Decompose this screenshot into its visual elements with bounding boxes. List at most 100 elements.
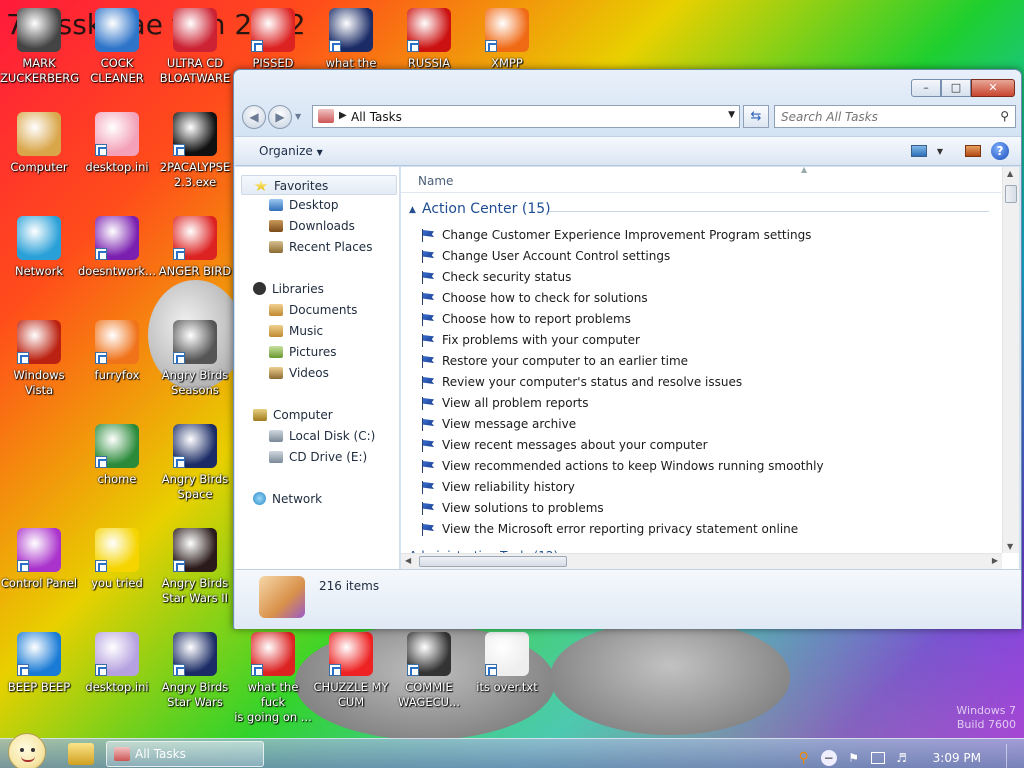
pinned-explorer-icon[interactable] — [68, 743, 94, 765]
shortcut-arrow-icon — [173, 560, 185, 572]
list-item[interactable]: Check security status — [421, 267, 571, 288]
horizontal-scroll-thumb[interactable] — [419, 556, 567, 567]
back-button[interactable]: ◀ — [242, 105, 266, 129]
desktop-icon-russia[interactable]: RUSSIA — [390, 8, 468, 71]
nav-computer[interactable]: Computer — [241, 405, 333, 425]
close-button[interactable]: ✕ — [971, 79, 1015, 97]
nav-network[interactable]: Network — [241, 489, 322, 509]
list-item[interactable]: Fix problems with your computer — [421, 330, 640, 351]
vertical-scroll-thumb[interactable] — [1005, 185, 1017, 203]
desktop-icon-xmpp[interactable]: XMPP — [468, 8, 546, 71]
maximize-button[interactable]: □ — [941, 79, 971, 97]
desktop-icon-beep-beep[interactable]: BEEP BEEP — [0, 632, 78, 695]
scroll-right-icon[interactable]: ▶ — [992, 556, 998, 565]
desktop-icon-angry-birds-space[interactable]: Angry Birds Space — [156, 424, 234, 502]
desktop-icon-angry-birds-sw[interactable]: Angry Birds Star Wars — [156, 632, 234, 710]
help-icon[interactable]: ? — [991, 142, 1009, 160]
group-header-action-center[interactable]: ▲ Action Center (15) — [409, 201, 991, 221]
desktop-icon-doesntwork[interactable]: doesntwork... — [78, 216, 156, 279]
file-list[interactable]: Name ▲ ▲ Action Center (15) Change Custo… — [401, 165, 1019, 569]
list-item[interactable]: View reliability history — [421, 477, 575, 498]
explorer-window[interactable]: – □ ✕ ◀ ▶ ▼ ▶ All Tasks ▼ ⇆ ⚲ Organize ▼… — [233, 69, 1022, 629]
minimize-button[interactable]: – — [911, 79, 941, 97]
desktop-icon-2pacalypse[interactable]: 2PACALYPSE 2.3.exe — [156, 112, 234, 190]
address-bar[interactable]: ▶ All Tasks ▼ — [312, 105, 740, 128]
desktop-icon-its-over[interactable]: its over.txt — [468, 632, 546, 695]
recent-pages-dropdown-icon[interactable]: ▼ — [295, 112, 301, 121]
volume-icon[interactable]: ♬ — [894, 750, 910, 766]
list-item[interactable]: Choose how to check for solutions — [421, 288, 648, 309]
nav-favorites[interactable]: Favorites — [241, 175, 397, 195]
preview-pane-icon[interactable] — [965, 145, 981, 157]
nav-local-disk[interactable]: Local Disk (C:) — [269, 427, 375, 445]
desktop-icon-furryfox[interactable]: furryfox — [78, 320, 156, 383]
view-options-chevron-icon[interactable]: ▼ — [937, 147, 943, 156]
clock[interactable]: 3:09 PM — [933, 751, 981, 765]
list-item[interactable]: View recent messages about your computer — [421, 435, 708, 456]
desktop-icon-network[interactable]: Network — [0, 216, 78, 279]
desktop-icon-what-the-fuck-2[interactable]: what the fuck is going on ... — [234, 632, 312, 725]
search-input[interactable] — [781, 107, 991, 126]
desktop-icon-desktop-ini-2[interactable]: desktop.ini — [78, 632, 156, 695]
network-tray-icon[interactable] — [870, 752, 885, 764]
collapse-group-icon[interactable]: ▲ — [409, 205, 416, 215]
nav-videos[interactable]: Videos — [269, 364, 329, 382]
nav-downloads[interactable]: Downloads — [269, 217, 355, 235]
vertical-scrollbar[interactable]: ▲ ▼ — [1002, 167, 1019, 553]
nav-recent-places[interactable]: Recent Places — [269, 238, 372, 256]
nav-music[interactable]: Music — [269, 322, 323, 340]
desktop-icon-you-tried[interactable]: you tried — [78, 528, 156, 591]
desktop-icon-chuzzle[interactable]: CHUZZLE MY CUM — [312, 632, 390, 710]
column-header-name[interactable]: Name — [418, 174, 453, 188]
scroll-up-icon[interactable]: ▲ — [1007, 169, 1013, 178]
desktop-icon-computer[interactable]: Computer — [0, 112, 78, 175]
show-desktop-button[interactable] — [1006, 744, 1016, 768]
taskbar-button-all-tasks[interactable]: All Tasks — [106, 741, 264, 767]
nav-libraries[interactable]: Libraries — [241, 279, 324, 299]
list-item[interactable]: View all problem reports — [421, 393, 589, 414]
desktop-icon-angry-birds-seasons[interactable]: Angry Birds Seasons — [156, 320, 234, 398]
list-item[interactable]: Restore your computer to an earlier time — [421, 351, 688, 372]
address-dropdown-icon[interactable]: ▼ — [728, 110, 735, 120]
desktop-icon-anger-bird[interactable]: ANGER BIRD — [156, 216, 234, 279]
search-box[interactable]: ⚲ — [774, 105, 1016, 128]
breadcrumb-chevron-icon[interactable]: ▶ — [339, 110, 347, 121]
nav-desktop[interactable]: Desktop — [269, 196, 339, 214]
desktop-icon-angry-birds-sw2[interactable]: Angry Birds Star Wars II — [156, 528, 234, 606]
minus-circle-icon[interactable]: − — [820, 750, 837, 766]
search-icon[interactable]: ⚲ — [1000, 109, 1009, 123]
nav-cd-drive[interactable]: CD Drive (E:) — [269, 448, 367, 466]
scroll-left-icon[interactable]: ◀ — [405, 556, 411, 565]
desktop-icon-commie[interactable]: COMMIE WAGECU... — [390, 632, 468, 710]
list-item[interactable]: Change User Account Control settings — [421, 246, 670, 267]
desktop-icon-chome[interactable]: chome — [78, 424, 156, 487]
scroll-down-icon[interactable]: ▼ — [1007, 542, 1013, 551]
search-tray-icon[interactable]: ⚲ — [796, 750, 812, 766]
desktop-icon-windows-vista[interactable]: Windows Vista — [0, 320, 78, 398]
desktop-icon-mark-zuckerberg[interactable]: MARK ZUCKERBERG — [0, 8, 79, 86]
forward-button[interactable]: ▶ — [268, 105, 292, 129]
desktop-icon-desktop-ini-1[interactable]: desktop.ini — [78, 112, 156, 175]
list-item[interactable]: Change Customer Experience Improvement P… — [421, 225, 811, 246]
refresh-button[interactable]: ⇆ — [743, 105, 769, 128]
list-item[interactable]: View solutions to problems — [421, 498, 604, 519]
list-item[interactable]: View recommended actions to keep Windows… — [421, 456, 824, 477]
action-center-flag-icon[interactable]: ⚑ — [846, 750, 862, 766]
list-item[interactable]: View message archive — [421, 414, 576, 435]
start-button[interactable] — [8, 733, 46, 768]
horizontal-scrollbar[interactable]: ◀ ▶ — [401, 553, 1002, 569]
nav-pictures[interactable]: Pictures — [269, 343, 337, 361]
list-item[interactable]: Choose how to report problems — [421, 309, 631, 330]
nav-documents[interactable]: Documents — [269, 301, 357, 319]
navigation-pane: Favorites Desktop Downloads Recent Place… — [235, 167, 400, 569]
change-view-icon[interactable] — [910, 145, 927, 157]
breadcrumb-all-tasks[interactable]: All Tasks — [351, 110, 402, 124]
desktop-icon-cock-cleaner[interactable]: COCK CLEANER — [78, 8, 156, 86]
desktop-icon-label: COCK CLEANER — [90, 56, 144, 85]
list-item[interactable]: Review your computer's status and resolv… — [421, 372, 742, 393]
list-item[interactable]: View the Microsoft error reporting priva… — [421, 519, 798, 540]
desktop-icon-ultra-cd[interactable]: ULTRA CD BLOATWARE — [156, 8, 234, 86]
desktop-icon-label: desktop.ini — [85, 160, 149, 174]
desktop-icon-control-panel[interactable]: Control Panel — [0, 528, 78, 591]
organize-menu[interactable]: Organize ▼ — [259, 144, 323, 158]
